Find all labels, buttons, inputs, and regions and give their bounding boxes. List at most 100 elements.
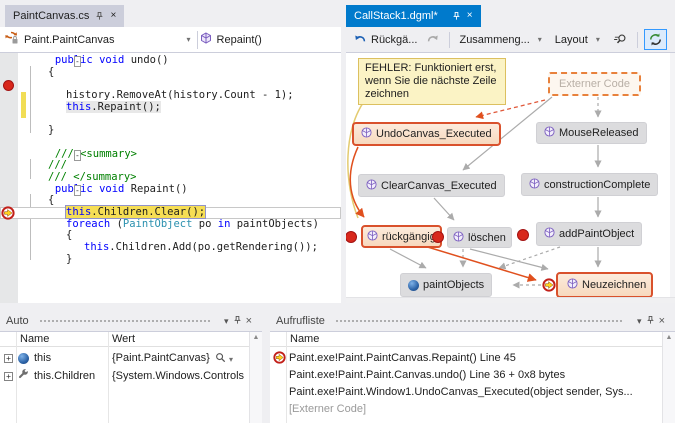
chevron-down-icon: ▾: [186, 35, 191, 44]
fold-collapse-icon[interactable]: -: [74, 149, 81, 161]
current-statement-icon: [542, 278, 556, 292]
column-header-value[interactable]: Wert: [112, 333, 135, 345]
callstack-panel-titlebar[interactable]: Aufrufliste ▾ ×: [270, 311, 675, 331]
chevron-down-icon: ▾: [595, 35, 600, 44]
expand-icon[interactable]: +: [4, 371, 13, 381]
breakpoint-icon[interactable]: [3, 80, 14, 91]
layout-dropdown-button[interactable]: Layout ▾: [552, 32, 607, 48]
method-icon: [366, 178, 377, 193]
undo-icon: [353, 33, 367, 47]
watch-value[interactable]: {System.Windows.Controls: [112, 370, 244, 382]
merge-label: Zusammeng...: [459, 33, 530, 46]
scroll-up-icon[interactable]: ▲: [666, 334, 673, 341]
auto-panel-title: Auto: [6, 315, 29, 327]
refresh-icon: [648, 32, 663, 47]
chevron-down-icon[interactable]: ▾: [229, 355, 233, 364]
close-icon[interactable]: ×: [467, 11, 473, 21]
graph-tabstrip: CallStack1.dgml* ×: [346, 0, 675, 27]
method-icon: [544, 227, 555, 241]
navbar-separator: [196, 30, 198, 49]
method-icon: [453, 230, 464, 245]
visual-studio-window: PaintCanvas.cs × Paint.PaintCanvas ▾ Rep…: [0, 0, 675, 423]
edge-loeschen-neuzeichnen: [469, 248, 549, 271]
method-icon: [361, 127, 372, 141]
code-editor[interactable]: -public void undo(){paintObjects = histo…: [0, 53, 341, 303]
vertical-scrollbar[interactable]: ▲: [662, 332, 675, 423]
auto-grid-header[interactable]: Name Wert: [0, 332, 249, 347]
tab-paintcanvas[interactable]: PaintCanvas.cs ×: [5, 5, 125, 27]
close-icon[interactable]: ×: [655, 315, 669, 327]
close-icon[interactable]: ×: [110, 11, 116, 21]
node-label: löschen: [468, 231, 506, 244]
chevron-down-icon: ▾: [537, 35, 542, 44]
bottom-tool-windows: Auto ▾ × Name Wert + this {Paint.PaintCa…: [0, 311, 675, 423]
auto-panel: Auto ▾ × Name Wert + this {Paint.PaintCa…: [0, 311, 262, 423]
breakpoint-icon[interactable]: [432, 231, 444, 243]
watch-row-this-children[interactable]: + this.Children {System.Windows.Controls: [0, 367, 249, 385]
merge-dropdown-button[interactable]: Zusammeng... ▾: [456, 32, 548, 48]
method-icon: [544, 126, 555, 140]
pin-icon[interactable]: [646, 315, 655, 328]
node-loeschen[interactable]: löschen: [447, 227, 512, 248]
drag-grip[interactable]: [334, 318, 624, 324]
tab-callstack-dgml[interactable]: CallStack1.dgml* ×: [346, 5, 481, 27]
callstack-frame-row[interactable]: Paint.exe!Paint.Paint.Canvas.undo() Line…: [270, 366, 662, 383]
column-header-name[interactable]: Name: [290, 333, 319, 345]
dgml-graph-canvas[interactable]: FEHLER: Funktioniert erst, wenn Sie die …: [346, 53, 675, 303]
node-mousereleased[interactable]: MouseReleased: [536, 122, 647, 144]
callstack-grid-header[interactable]: Name: [270, 332, 662, 347]
pin-icon[interactable]: [452, 11, 461, 21]
code-lines: -public void undo(){paintObjects = histo…: [0, 54, 341, 265]
pin-icon[interactable]: [233, 315, 242, 328]
vertical-scrollbar[interactable]: ▲: [249, 332, 262, 423]
window-position-icon[interactable]: ▾: [633, 316, 646, 327]
class-icon: [4, 31, 19, 48]
node-constructioncomplete[interactable]: constructionComplete: [521, 173, 659, 196]
node-addpaintobject[interactable]: addPaintObject: [536, 222, 643, 246]
callstack-frame-row[interactable]: Paint.exe!Paint.Window1.UndoCanvas_Execu…: [270, 383, 662, 400]
watch-value[interactable]: {Paint.PaintCanvas}: [112, 352, 210, 364]
watch-row-this[interactable]: + this {Paint.PaintCanvas} ▾: [0, 349, 249, 367]
node-label: rückgängig: [382, 230, 436, 243]
pin-icon[interactable]: [95, 11, 104, 21]
horizontal-splitter[interactable]: [0, 303, 675, 311]
drag-grip[interactable]: [38, 318, 211, 324]
watch-name: this.Children: [34, 370, 96, 382]
node-clearcanvas-executed[interactable]: ClearCanvas_Executed: [358, 174, 505, 197]
code-line: -public void undo(): [54, 54, 169, 67]
callstack-panel: Aufrufliste ▾ × Name Paint.exe!Paint.Pai…: [270, 311, 675, 423]
magnifier-icon[interactable]: [215, 352, 226, 366]
column-header-name[interactable]: Name: [20, 333, 49, 345]
redo-button[interactable]: [423, 31, 443, 49]
undo-button[interactable]: Rückgä...: [350, 31, 420, 49]
node-neuzeichnen[interactable]: Neuzeichnen: [556, 272, 654, 298]
edge-rueck-paintobjects: [389, 248, 427, 269]
fold-collapse-icon[interactable]: -: [74, 184, 81, 196]
sync-graph-button[interactable]: [643, 29, 667, 50]
fold-collapse-icon[interactable]: -: [74, 56, 81, 67]
graph-comment-node[interactable]: FEHLER: Funktioniert erst, wenn Sie die …: [358, 58, 506, 105]
scroll-up-icon[interactable]: ▲: [253, 334, 260, 341]
frame-text: Paint.exe!Paint.PaintCanvas.Repaint() Li…: [289, 351, 516, 364]
window-position-icon[interactable]: ▾: [220, 316, 233, 327]
breakpoint-icon[interactable]: [517, 229, 529, 241]
expand-icon[interactable]: +: [4, 353, 13, 363]
node-rueckgaengig[interactable]: rückgängig: [361, 225, 442, 248]
auto-panel-titlebar[interactable]: Auto ▾ ×: [0, 311, 262, 331]
class-dropdown[interactable]: Paint.PaintCanvas ▾: [0, 27, 195, 52]
vertical-scrollbar[interactable]: [670, 53, 675, 297]
close-icon[interactable]: ×: [242, 315, 256, 327]
callstack-frame-row[interactable]: [Externer Code]: [270, 400, 662, 417]
editor-navigation-bar: Paint.PaintCanvas ▾ Repaint(): [0, 27, 341, 53]
editor-pane: PaintCanvas.cs × Paint.PaintCanvas ▾ Rep…: [0, 0, 341, 303]
zoom-to-fit-button[interactable]: [610, 30, 631, 49]
callstack-frame-row[interactable]: Paint.exe!Paint.PaintCanvas.Repaint() Li…: [270, 349, 662, 366]
node-label: Externer Code: [559, 78, 630, 90]
tab-paintcanvas-label: PaintCanvas.cs: [13, 10, 90, 22]
node-paintobjects[interactable]: paintObjects: [400, 273, 493, 297]
graph-pane: CallStack1.dgml* × Rückgä... Zusammeng..…: [346, 0, 675, 303]
node-undocanvas-executed[interactable]: UndoCanvas_Executed: [352, 122, 501, 146]
method-dropdown[interactable]: Repaint(): [200, 27, 262, 52]
toolbar-separator: [449, 31, 451, 48]
node-externer-code[interactable]: Externer Code: [548, 72, 641, 96]
